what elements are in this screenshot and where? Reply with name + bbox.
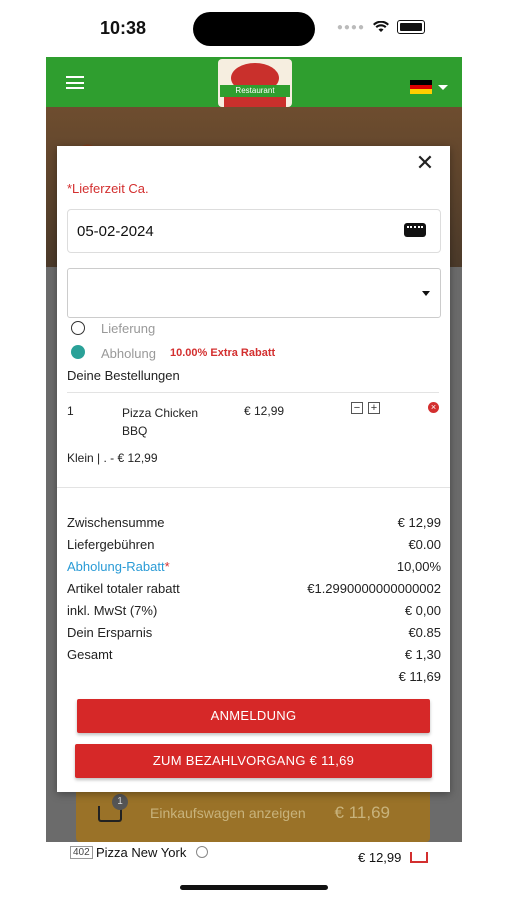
radio-pickup[interactable] [71,345,85,359]
cart-count-badge: 1 [112,794,128,810]
wifi-icon [373,21,389,32]
item-variant: Klein | . - € 12,99 [67,451,158,465]
decrease-quantity-button[interactable]: − [351,402,363,414]
radio-pickup-label[interactable]: Abholung [101,346,156,361]
status-time: 10:38 [100,18,147,38]
dynamic-island [193,12,315,46]
cart-total: € 11,69 [334,803,390,822]
item-price: € 12,99 [358,850,402,865]
add-to-cart-icon[interactable] [410,852,428,863]
cart-label: Einkaufswagen anzeigen [150,805,306,821]
checkout-modal: ✕ *Lieferzeit Ca. 05-02-2024 Lieferung A… [57,146,450,792]
radio-delivery-label[interactable]: Lieferung [101,321,155,336]
restaurant-logo[interactable]: Restaurant DHILLON [218,59,292,107]
radio-delivery[interactable] [71,321,85,335]
remove-item-icon[interactable]: × [428,402,439,413]
item-price: € 12,99 [244,404,285,418]
orders-title: Deine Bestellungen [67,368,180,383]
date-value: 05-02-2024 [77,223,154,240]
item-quantity: 1 [67,404,74,418]
close-icon[interactable]: ✕ [414,152,436,174]
app-header: Restaurant DHILLON [46,57,462,107]
divider [67,392,439,393]
chevron-down-icon[interactable] [438,85,448,90]
view-cart-button[interactable]: 1 Einkaufswagen anzeigen € 11,69 [76,788,430,842]
signal-icon: ●●●● [336,21,365,33]
info-icon[interactable] [196,846,208,858]
status-bar: 10:38 ●●●● [0,0,507,56]
checkout-button[interactable]: ZUM BEZAHLVORGANG € 11,69 [75,744,432,778]
item-number: 402 [70,846,93,859]
dropdown-caret-icon [422,291,430,296]
language-flag-icon[interactable] [410,80,432,95]
menu-icon[interactable] [66,76,84,89]
battery-icon [397,20,425,34]
delivery-time-label: *Lieferzeit Ca. [67,181,149,196]
increase-quantity-button[interactable]: + [368,402,380,414]
item-name: Pizza Chicken BBQ [122,406,199,438]
menu-item-row[interactable]: 402 Pizza New York € 12,99 [46,842,462,867]
status-icons: ●●●● [337,20,425,34]
date-field[interactable]: 05-02-2024 [67,209,441,253]
time-select[interactable] [67,268,441,318]
item-name: Pizza New York [96,845,187,860]
login-button[interactable]: ANMELDUNG [77,699,430,733]
pickup-discount-note: 10.00% Extra Rabatt [170,347,276,359]
divider [57,487,450,488]
home-indicator[interactable] [180,885,328,890]
keyboard-icon[interactable] [404,223,426,237]
